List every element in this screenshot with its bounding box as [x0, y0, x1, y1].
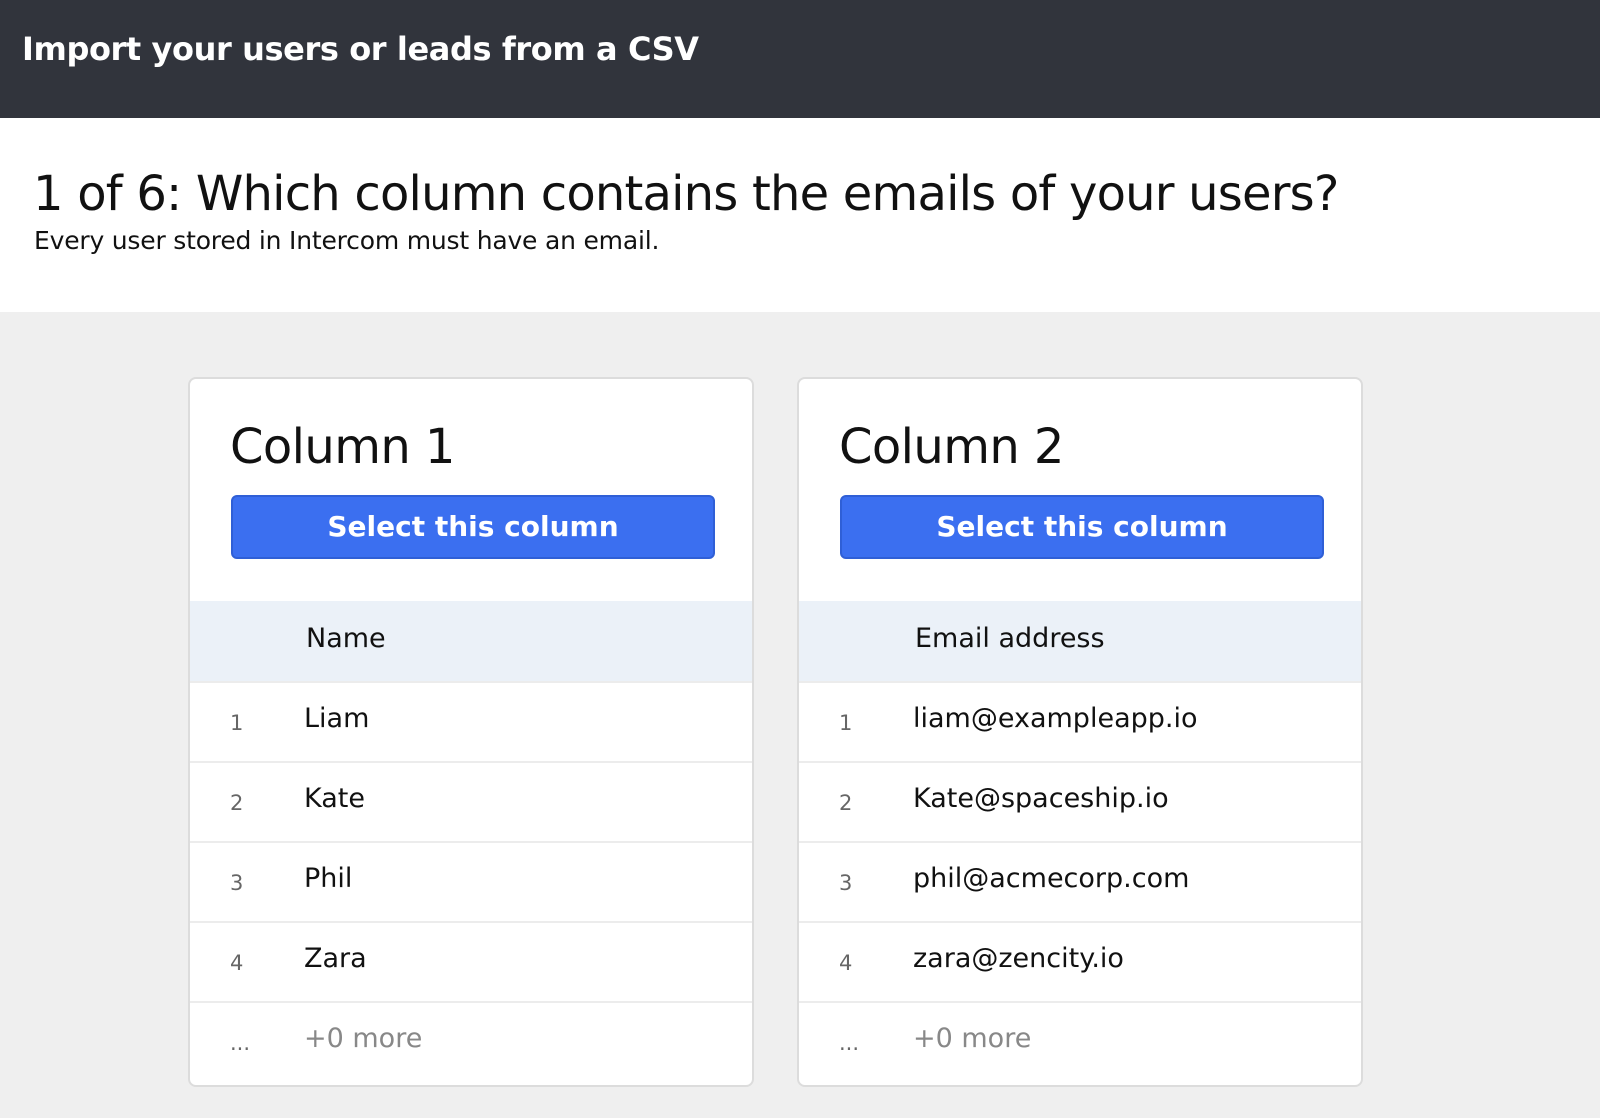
column-card-1: Column 1 Select this column Name 1 Liam … — [188, 377, 754, 1087]
row-number: 4 — [230, 951, 244, 975]
row-number: 3 — [230, 871, 244, 895]
column-header-label: Name — [306, 623, 386, 654]
table-row: 3 Phil — [190, 841, 752, 921]
row-number: 2 — [230, 791, 244, 815]
row-value: liam@exampleapp.io — [913, 703, 1198, 734]
table-row: 2 Kate@spaceship.io — [799, 761, 1361, 841]
row-number: ... — [230, 1031, 251, 1055]
step-subtitle: Every user stored in Intercom must have … — [34, 226, 660, 255]
row-value: Kate — [304, 783, 365, 814]
row-value: Liam — [304, 703, 370, 734]
table-row: 4 zara@zencity.io — [799, 921, 1361, 1001]
row-value: Kate@spaceship.io — [913, 783, 1169, 814]
more-count: +0 more — [304, 1023, 423, 1054]
column-header-row: Name — [190, 601, 752, 681]
step-header: 1 of 6: Which column contains the emails… — [0, 118, 1600, 312]
step-title: 1 of 6: Which column contains the emails… — [33, 166, 1339, 222]
column-title: Column 2 — [839, 419, 1064, 475]
row-value: phil@acmecorp.com — [913, 863, 1190, 894]
more-rows: ... +0 more — [190, 1001, 752, 1081]
page-heading: Import your users or leads from a CSV — [22, 30, 699, 68]
select-column-1-button[interactable]: Select this column — [231, 495, 715, 559]
row-number: 2 — [839, 791, 853, 815]
row-value: zara@zencity.io — [913, 943, 1124, 974]
table-row: 1 liam@exampleapp.io — [799, 681, 1361, 761]
table-row: 3 phil@acmecorp.com — [799, 841, 1361, 921]
row-number: 1 — [230, 711, 244, 735]
row-number: 3 — [839, 871, 853, 895]
column-header-row: Email address — [799, 601, 1361, 681]
row-value: Phil — [304, 863, 353, 894]
column-header-label: Email address — [915, 623, 1105, 654]
more-count: +0 more — [913, 1023, 1032, 1054]
row-number: ... — [839, 1031, 860, 1055]
select-column-2-button[interactable]: Select this column — [840, 495, 1324, 559]
row-value: Zara — [304, 943, 367, 974]
more-rows: ... +0 more — [799, 1001, 1361, 1081]
table-row: 2 Kate — [190, 761, 752, 841]
table-row: 1 Liam — [190, 681, 752, 761]
table-row: 4 Zara — [190, 921, 752, 1001]
column-title: Column 1 — [230, 419, 455, 475]
top-bar: Import your users or leads from a CSV — [0, 0, 1600, 118]
column-card-2: Column 2 Select this column Email addres… — [797, 377, 1363, 1087]
row-number: 4 — [839, 951, 853, 975]
row-number: 1 — [839, 711, 853, 735]
